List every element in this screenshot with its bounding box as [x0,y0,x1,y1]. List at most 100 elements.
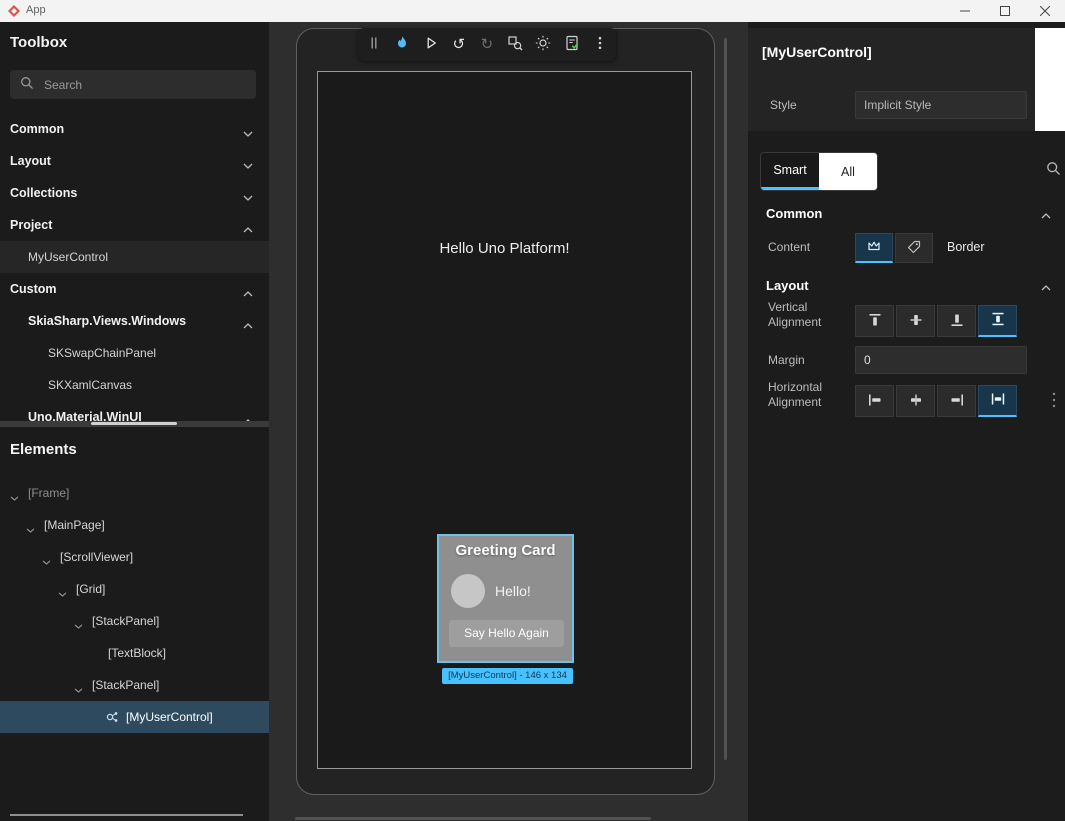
kebab-icon [592,35,608,54]
inspect-element-button[interactable] [503,33,527,57]
chevron-down-icon [243,190,253,204]
expander-icon[interactable] [74,618,83,632]
hot-reload-button[interactable] [390,33,414,57]
group-label: Uno.Material.WinUI [28,410,142,421]
content-presenter-icon [866,238,882,257]
tree-item-scrollviewer[interactable]: [ScrollViewer] [0,541,269,573]
align-right-icon [949,392,965,411]
design-canvas: ↺ ↻ Hello Uno Platform! Greeting Card He… [269,22,748,821]
tab-smart[interactable]: Smart [761,153,819,190]
canvas-horizontal-scrollbar[interactable] [295,817,651,820]
usercontrol-icon [104,709,120,728]
toolbox-item-skxamlcanvas[interactable]: SKXamlCanvas [0,369,269,401]
horizontal-align-right-button[interactable] [937,385,976,417]
expander-icon[interactable] [58,586,67,600]
margin-input[interactable] [855,346,1027,374]
margin-label: Margin [768,353,805,367]
flame-icon [394,35,410,54]
tab-all[interactable]: All [819,153,877,190]
content-label: Content [768,240,810,254]
style-selector[interactable]: Implicit Style [855,91,1027,119]
align-hstretch-icon [990,391,1006,410]
expander-icon[interactable] [10,490,19,504]
app-logo-icon [8,5,20,20]
tree-item-frame[interactable]: [Frame] [0,477,269,509]
toolbox-group-project[interactable]: Project [0,209,269,241]
item-label: SKSwapChainPanel [48,346,156,360]
tree-label: [MainPage] [44,518,105,532]
vertical-align-bottom-button[interactable] [937,305,976,337]
item-label: MyUserControl [28,250,108,264]
horizontal-align-left-button[interactable] [855,385,894,417]
horizontal-align-center-button[interactable] [896,385,935,417]
page-textblock[interactable]: Hello Uno Platform! [318,240,691,257]
expander-icon[interactable] [42,554,51,568]
more-options-button[interactable] [588,33,612,57]
say-hello-again-button[interactable]: Say Hello Again [449,620,564,647]
vertical-align-stretch-button[interactable] [978,305,1017,337]
expander-icon[interactable] [26,522,35,536]
splitter-handle[interactable] [91,422,177,425]
vertical-align-center-button[interactable] [896,305,935,337]
chevron-up-icon [243,414,253,421]
horizontal-alignment-label: Horizontal Alignment [768,380,838,410]
canvas-vertical-scrollbar[interactable] [724,38,727,760]
form-check-icon [564,35,580,54]
search-input[interactable] [42,77,232,93]
chevron-up-icon[interactable] [1041,208,1051,222]
toolbox-group-skiasharp[interactable]: SkiaSharp.Views.Windows [0,305,269,337]
chevron-up-icon [243,222,253,236]
tree-label: [MyUserControl] [126,710,213,724]
align-vstretch-icon [990,311,1006,330]
greeting-card-control[interactable]: Greeting Card Hello! Say Hello Again [437,534,574,663]
toolbox-group-layout[interactable]: Layout [0,145,269,177]
design-surface[interactable]: Hello Uno Platform! Greeting Card Hello!… [317,71,692,769]
tree-item-myusercontrol[interactable]: [MyUserControl] [0,701,269,733]
align-left-icon [867,392,883,411]
toolbox-group-collections[interactable]: Collections [0,177,269,209]
group-label: Collections [10,186,77,200]
inspect-icon [507,35,523,54]
toolbox-search[interactable] [10,70,256,99]
properties-search-icon[interactable] [1046,161,1061,179]
bottom-splitter-handle[interactable] [10,814,243,816]
content-tag-toggle[interactable] [895,233,933,263]
toolbox-group-common[interactable]: Common [0,113,269,145]
tree-label: [StackPanel] [92,614,159,628]
tree-label: [StackPanel] [92,678,159,692]
undo-button[interactable]: ↺ [447,33,471,57]
alignment-more-icon[interactable] [1051,391,1057,412]
toolbox-item-skswapchainpanel[interactable]: SKSwapChainPanel [0,337,269,369]
horizontal-align-stretch-button[interactable] [978,385,1017,417]
vertical-alignment-label: Vertical Alignment [768,300,832,330]
expander-icon[interactable] [74,682,83,696]
maximize-button[interactable] [985,0,1025,22]
toolbox-item-myusercontrol[interactable]: MyUserControl [0,241,269,273]
chevron-up-icon[interactable] [1041,280,1051,294]
designer-toolbar: ↺ ↻ [358,28,616,61]
minimize-button[interactable] [945,0,985,22]
tree-item-grid[interactable]: [Grid] [0,573,269,605]
vertical-align-top-button[interactable] [855,305,894,337]
redo-button[interactable]: ↻ [475,33,499,57]
vertical-alignment-group [855,305,1017,337]
content-presenter-toggle[interactable] [855,233,893,263]
greeting-card-title: Greeting Card [439,542,572,559]
elements-panel: Elements [Frame] [MainPage] [ScrollViewe… [0,427,269,821]
tree-item-stackpanel-2[interactable]: [StackPanel] [0,669,269,701]
content-value: Border [947,240,985,254]
tree-item-mainpage[interactable]: [MainPage] [0,509,269,541]
play-button[interactable] [419,33,443,57]
validate-form-button[interactable] [560,33,584,57]
toolbox-group-custom[interactable]: Custom [0,273,269,305]
toolbar-grip[interactable] [362,33,386,57]
theme-toggle-button[interactable] [531,33,555,57]
toolbox-group-unomaterial[interactable]: Uno.Material.WinUI [0,401,269,421]
tree-item-textblock[interactable]: [TextBlock] [0,637,269,669]
titlebar: App [0,0,1065,22]
tree-item-stackpanel-1[interactable]: [StackPanel] [0,605,269,637]
content-toggle-group [855,233,933,263]
tag-icon [906,239,922,258]
toolbox-title: Toolbox [10,34,67,51]
close-button[interactable] [1025,0,1065,22]
